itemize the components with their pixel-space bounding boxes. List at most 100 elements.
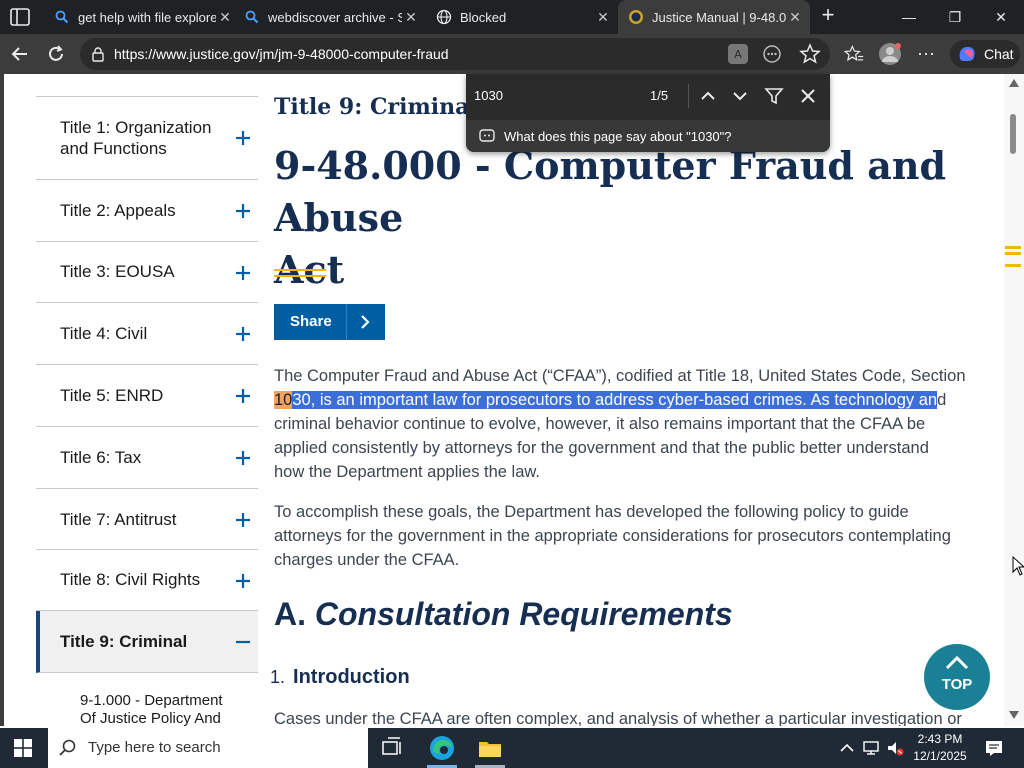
chat-label: Chat xyxy=(984,46,1014,62)
close-tab-icon[interactable]: ✕ xyxy=(216,9,234,26)
sidebar-item-title-2[interactable]: Title 2: Appeals xyxy=(36,180,258,242)
sidebar-item-title-6[interactable]: Title 6: Tax xyxy=(36,427,258,489)
clock-date: 12/1/2025 xyxy=(913,749,967,763)
share-button[interactable]: Share xyxy=(274,304,385,340)
vertical-scrollbar[interactable] xyxy=(1004,74,1024,726)
site-info-icon[interactable] xyxy=(90,46,106,62)
next-match-icon[interactable] xyxy=(728,84,752,108)
bing-icon xyxy=(54,9,70,25)
scrollbar-thumb[interactable] xyxy=(1010,114,1016,154)
mouse-cursor-icon xyxy=(1012,556,1024,576)
close-find-icon[interactable] xyxy=(796,84,820,108)
sidebar-item-title-3[interactable]: Title 3: EOUSA xyxy=(36,242,258,303)
windows-taskbar: Type here to search 2:43 PM 12/1/2025 xyxy=(0,728,1024,768)
tab-title: Blocked xyxy=(460,9,507,25)
minimize-icon[interactable]: — xyxy=(886,0,932,34)
expand-plus-icon[interactable] xyxy=(234,264,252,282)
favorites-icon[interactable] xyxy=(840,40,868,68)
find-match-marker xyxy=(1005,246,1021,249)
page-viewport: Title 1: Organization and Functions Titl… xyxy=(0,74,1024,726)
sidebar-item-label: Title 1: Organization and Functions xyxy=(60,118,212,158)
tab-actions-icon[interactable] xyxy=(8,6,32,28)
notifications-icon[interactable] xyxy=(984,739,1004,757)
sidebar-item-title-9[interactable]: Title 9: Criminal xyxy=(36,611,258,673)
browser-tab-3[interactable]: Blocked ✕ xyxy=(426,0,618,34)
browser-tab-strip: get help with file explorer ✕ webdiscove… xyxy=(0,0,1024,34)
sidebar-subitem-9-1[interactable]: 9-1.000 - Department Of Justice Policy A… xyxy=(80,692,250,726)
sidebar-item-title-7[interactable]: Title 7: Antitrust xyxy=(36,489,258,550)
sidebar-item-title-4[interactable]: Title 4: Civil xyxy=(36,303,258,365)
browser-tab-2[interactable]: webdiscover archive - Se ✕ xyxy=(234,0,426,34)
expand-plus-icon[interactable] xyxy=(234,387,252,405)
close-tab-icon[interactable]: ✕ xyxy=(402,9,420,26)
favorite-star-icon[interactable] xyxy=(798,42,822,66)
expand-plus-icon[interactable] xyxy=(234,202,252,220)
collapse-minus-icon[interactable] xyxy=(234,633,252,651)
refresh-icon[interactable] xyxy=(42,40,70,68)
bing-icon xyxy=(244,9,260,25)
text-selection: 30, is an important law for prosecutors … xyxy=(292,391,938,409)
sidebar-item-label: Title 2: Appeals xyxy=(60,201,176,220)
new-tab-icon[interactable]: + xyxy=(816,4,840,28)
network-icon[interactable] xyxy=(862,740,880,756)
address-bar[interactable]: https://www.justice.gov/jm/jm-9-48000-co… xyxy=(80,38,830,70)
expand-plus-icon[interactable] xyxy=(234,129,252,147)
title-accent-rule xyxy=(274,275,326,277)
tab-title: webdiscover archive - Se xyxy=(268,9,402,25)
sidebar-item-title-5[interactable]: Title 5: ENRD xyxy=(36,365,258,427)
task-view-icon[interactable] xyxy=(378,734,406,762)
back-to-top-button[interactable]: TOP xyxy=(924,644,990,710)
close-tab-icon[interactable]: ✕ xyxy=(786,9,804,26)
profile-avatar-icon[interactable] xyxy=(876,40,904,68)
file-explorer-icon[interactable] xyxy=(476,734,504,762)
expand-plus-icon[interactable] xyxy=(234,511,252,529)
globe-icon xyxy=(436,9,452,25)
tab-title: get help with file explorer xyxy=(78,9,216,25)
policy-paragraph: To accomplish these goals, the Departmen… xyxy=(274,503,951,569)
ask-prompt-text: What does this page say about "1030"? xyxy=(504,128,732,144)
sidebar-item-label: Title 7: Antitrust xyxy=(60,510,177,529)
sidebar-item-label: Title 9: Criminal xyxy=(60,632,188,651)
sidebar-item-label: Title 8: Civil Rights xyxy=(60,570,201,589)
share-label: Share xyxy=(290,313,332,330)
find-match-marker xyxy=(1005,252,1021,255)
browser-tab-1[interactable]: get help with file explorer ✕ xyxy=(44,0,240,34)
sidebar-item-title-1[interactable]: Title 1: Organization and Functions xyxy=(36,97,258,180)
settings-more-icon[interactable]: ⋯ xyxy=(912,40,940,68)
find-match-marker xyxy=(1005,264,1021,267)
ask-copilot-suggestion[interactable]: What does this page say about "1030"? xyxy=(466,120,830,152)
find-input[interactable]: 1030 xyxy=(474,88,503,103)
expand-plus-icon[interactable] xyxy=(234,449,252,467)
scroll-down-icon[interactable] xyxy=(1008,710,1020,720)
doj-seal-icon xyxy=(628,9,644,25)
sidebar-item-title-8[interactable]: Title 8: Civil Rights xyxy=(36,550,258,611)
show-hidden-icons-chevron-icon[interactable] xyxy=(838,740,856,756)
sidebar-item-label: Title 6: Tax xyxy=(60,448,142,467)
back-icon[interactable] xyxy=(6,40,34,68)
section-kicker: Title 9: Criminal xyxy=(274,94,478,120)
restore-icon[interactable]: ❐ xyxy=(932,0,978,34)
url-text[interactable]: https://www.justice.gov/jm/jm-9-48000-co… xyxy=(114,46,449,62)
expand-plus-icon[interactable] xyxy=(234,325,252,343)
translate-icon[interactable]: A xyxy=(726,42,750,66)
more-tools-icon[interactable] xyxy=(760,42,784,66)
browser-tab-4-active[interactable]: Justice Manual | 9-48.000 ✕ xyxy=(618,0,810,34)
chevron-right-icon xyxy=(361,315,370,329)
taskbar-search-box[interactable]: Type here to search xyxy=(48,728,368,768)
volume-muted-icon[interactable] xyxy=(886,740,904,756)
filter-icon[interactable] xyxy=(762,84,786,108)
taskbar-clock[interactable]: 2:43 PM 12/1/2025 xyxy=(904,731,976,765)
previous-match-icon[interactable] xyxy=(696,84,720,108)
expand-plus-icon[interactable] xyxy=(234,572,252,590)
windows-start-icon[interactable] xyxy=(14,739,32,757)
share-divider xyxy=(346,304,347,340)
scroll-up-icon[interactable] xyxy=(1008,78,1020,88)
edge-browser-icon[interactable] xyxy=(428,734,456,762)
chevron-up-icon xyxy=(945,656,969,670)
section-heading-a: A. Consultation Requirements xyxy=(274,596,733,632)
top-label: TOP xyxy=(941,676,973,693)
window-close-icon[interactable]: ✕ xyxy=(978,0,1024,34)
close-tab-icon[interactable]: ✕ xyxy=(594,9,612,26)
copilot-chat-button[interactable]: Chat xyxy=(950,40,1020,68)
search-icon xyxy=(59,739,76,756)
